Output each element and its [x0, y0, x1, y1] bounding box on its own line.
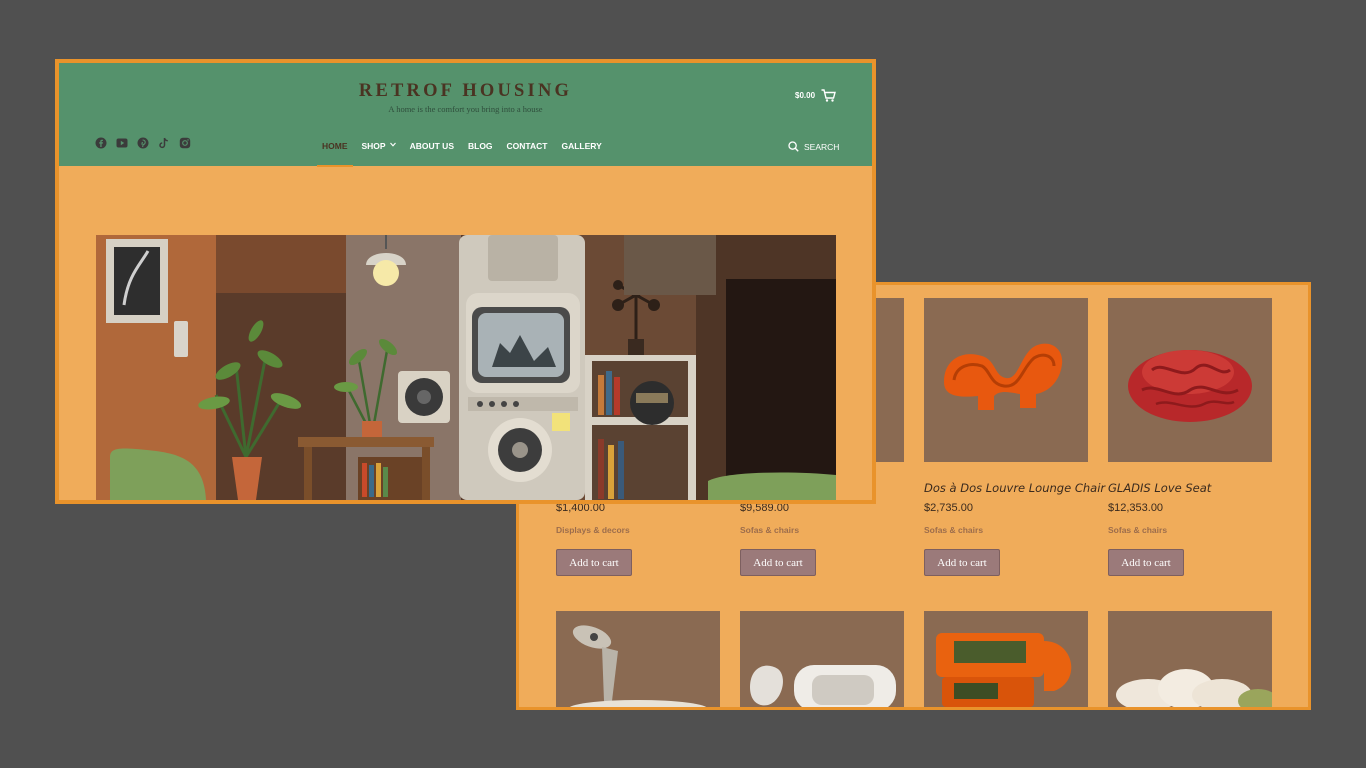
site-tagline: A home is the comfort you bring into a h…	[388, 104, 543, 114]
product-card[interactable]: Dos à Dos Louvre Lounge Chair $2,735.00 …	[924, 298, 1105, 576]
search-icon	[788, 141, 799, 152]
red-love-seat-illustration	[1128, 350, 1252, 422]
nav-label: ABOUT US	[409, 141, 454, 151]
product-image-cloud-sofa[interactable]	[1108, 611, 1272, 707]
orange-radio-illustration	[936, 633, 1072, 707]
product-category[interactable]: Sofas & chairs	[924, 525, 983, 535]
orange-lounge-chair-illustration	[944, 343, 1063, 410]
product-category[interactable]: Sofas & chairs	[740, 525, 799, 535]
cream-cloud-sofa-illustration	[1116, 669, 1272, 707]
search-label: SEARCH	[804, 141, 840, 152]
nav-item-home[interactable]: HOME	[315, 132, 355, 167]
retro-room-illustration	[96, 235, 836, 500]
main-navigation: HOME SHOP ABOUT US BLOG CONTACT GALLERY	[315, 132, 609, 167]
add-to-cart-button[interactable]: Add to cart	[924, 549, 1000, 576]
instagram-icon[interactable]	[179, 137, 191, 149]
add-to-cart-button[interactable]: Add to cart	[1108, 549, 1184, 576]
add-to-cart-button[interactable]: Add to cart	[556, 549, 632, 576]
site-title[interactable]: RETROF HOUSING	[59, 81, 872, 102]
product-image-lamp[interactable]	[556, 611, 720, 707]
white-pod-chairs-illustration	[750, 665, 896, 707]
social-links	[95, 137, 191, 149]
chevron-down-icon[interactable]	[389, 142, 396, 147]
product-card[interactable]	[924, 611, 1088, 707]
nav-label: HOME	[322, 141, 348, 151]
nav-item-shop[interactable]: SHOP	[355, 132, 403, 166]
nav-item-about-us[interactable]: ABOUT US	[403, 132, 461, 166]
product-image-lounge-chair[interactable]	[924, 298, 1088, 462]
product-card[interactable]	[1108, 611, 1272, 707]
product-image-radio[interactable]	[924, 611, 1088, 707]
product-card[interactable]	[556, 611, 720, 707]
youtube-icon[interactable]	[116, 137, 128, 149]
cart-icon[interactable]	[821, 89, 836, 102]
nav-label: SHOP	[361, 141, 386, 151]
site-header: RETROF HOUSING A home is the comfort you…	[59, 63, 872, 167]
pinterest-icon[interactable]	[137, 137, 149, 149]
search-button[interactable]: SEARCH	[788, 141, 839, 152]
nav-item-blog[interactable]: BLOG	[461, 132, 500, 166]
header-cart[interactable]: $0.00	[795, 89, 836, 102]
product-price: $2,735.00	[924, 502, 973, 514]
product-image-love-seat[interactable]	[1108, 298, 1272, 462]
product-name[interactable]: GLADIS Love Seat	[1108, 481, 1211, 495]
product-name[interactable]: Dos à Dos Louvre Lounge Chair	[924, 481, 1105, 495]
product-category[interactable]: Displays & decors	[556, 525, 630, 535]
hero-image-retro-living-room	[96, 235, 836, 500]
product-card[interactable]	[740, 611, 904, 707]
add-to-cart-button[interactable]: Add to cart	[740, 549, 816, 576]
site-homepage-window: RETROF HOUSING A home is the comfort you…	[55, 59, 876, 504]
nav-label: BLOG	[467, 141, 493, 151]
facebook-icon[interactable]	[95, 137, 107, 149]
nav-item-contact[interactable]: CONTACT	[500, 132, 555, 166]
product-category[interactable]: Sofas & chairs	[1108, 525, 1167, 535]
product-price: $12,353.00	[1108, 502, 1164, 514]
nav-label: GALLERY	[561, 141, 602, 151]
nav-label: CONTACT	[506, 141, 548, 151]
chrome-lamp-illustration	[569, 625, 707, 707]
tiktok-icon[interactable]	[158, 137, 170, 149]
nav-item-gallery[interactable]: GALLERY	[554, 132, 608, 166]
product-image-pod-chairs[interactable]	[740, 611, 904, 707]
product-card[interactable]: GLADIS Love Seat $12,353.00 Sofas & chai…	[1108, 298, 1272, 576]
cart-total[interactable]: $0.00	[795, 91, 815, 100]
